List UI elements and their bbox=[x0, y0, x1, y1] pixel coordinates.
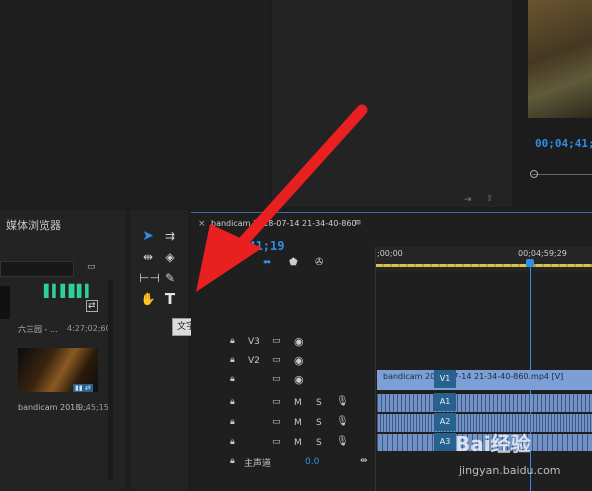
watermark-brand: Bai经验 bbox=[455, 432, 531, 456]
watermark-url: jingyan.baidu.com bbox=[459, 464, 561, 477]
watermark: Bai经验 jingyan.baidu.com bbox=[455, 428, 590, 486]
annotation-arrow bbox=[196, 104, 368, 292]
